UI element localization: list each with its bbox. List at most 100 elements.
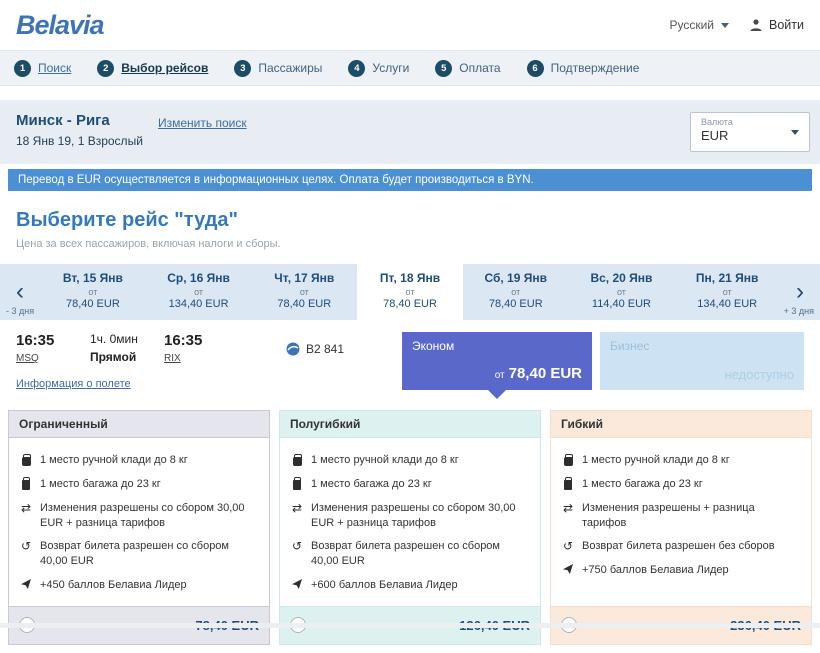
page-subtitle: Цена за всех пассажиров, включая налоги … xyxy=(16,238,804,250)
shift-prev-label: - 3 дня xyxy=(6,306,34,316)
step-number: 4 xyxy=(348,60,365,77)
hand-luggage-icon xyxy=(561,453,575,466)
date-cell[interactable]: Пн, 21 Янв от 134,40 EUR xyxy=(674,264,780,320)
date-cell[interactable]: Вс, 20 Янв от 114,40 EUR xyxy=(569,264,675,320)
miles-plane-icon xyxy=(561,563,575,575)
step-label: Пассажиры xyxy=(258,61,322,75)
route-title: Минск - Рига xyxy=(16,112,804,129)
feature-miles: +600 баллов Белавиа Лидер xyxy=(290,578,530,593)
baggage-icon xyxy=(19,477,33,490)
date-price: 78,40 EUR xyxy=(357,298,463,310)
feature-text: Изменения разрешены + разница тарифов xyxy=(582,501,801,531)
currency-select[interactable]: Валюта EUR xyxy=(690,112,810,152)
feature-text: Возврат билета разрешен без сборов xyxy=(582,539,775,554)
date-price: 134,40 EUR xyxy=(146,298,252,310)
top-bar: Belavia Русский Войти xyxy=(0,0,820,50)
change-search-link[interactable]: Изменить поиск xyxy=(158,116,247,130)
feature-text: +450 баллов Белавиа Лидер xyxy=(40,578,187,593)
page-title: Выберите рейс "туда" xyxy=(16,209,804,232)
date-cell[interactable]: Вт, 15 Янв от 78,40 EUR xyxy=(40,264,146,320)
date-label: Сб, 19 Янв xyxy=(463,271,569,285)
economy-amount: 78,40 EUR xyxy=(509,365,582,382)
date-cell[interactable]: Ср, 16 Янв от 134,40 EUR xyxy=(146,264,252,320)
fare-features: 1 место ручной клади до 8 кг 1 место баг… xyxy=(280,438,540,606)
from-label: от xyxy=(357,287,463,297)
step-number: 5 xyxy=(435,60,452,77)
fare-name: Ограниченный xyxy=(9,411,269,438)
login-button[interactable]: Войти xyxy=(749,18,804,32)
fare-cards: Ограниченный 1 место ручной клади до 8 к… xyxy=(0,396,820,653)
departure-airport-link[interactable]: MSQ xyxy=(16,353,39,364)
step-search[interactable]: 1 Поиск xyxy=(14,60,71,77)
feature-text: 1 место багажа до 23 кг xyxy=(311,477,432,492)
date-cell[interactable]: Сб, 19 Янв от 78,40 EUR xyxy=(463,264,569,320)
step-confirmation: 6 Подтверждение xyxy=(527,60,640,77)
miles-plane-icon xyxy=(290,578,304,590)
miles-plane-icon xyxy=(19,578,33,590)
date-label: Вт, 15 Янв xyxy=(40,271,146,285)
date-price: 78,40 EUR xyxy=(251,298,357,310)
feature-hand-luggage: 1 место ручной клади до 8 кг xyxy=(561,453,801,468)
feature-text: +750 баллов Белавиа Лидер xyxy=(582,563,729,578)
feature-miles: +750 баллов Белавиа Лидер xyxy=(561,563,801,578)
from-label: от xyxy=(40,287,146,297)
date-cell[interactable]: Чт, 17 Янв от 78,40 EUR xyxy=(251,264,357,320)
shift-next-label: + 3 дня xyxy=(784,306,814,316)
fare-features: 1 место ручной клади до 8 кг 1 место баг… xyxy=(551,438,811,606)
step-number: 3 xyxy=(234,60,251,77)
step-label: Услуги xyxy=(372,61,409,75)
feature-refund: ↺Возврат билета разрешен без сборов xyxy=(561,539,801,554)
date-carousel: ‹ Вт, 15 Янв от 78,40 EUR Ср, 16 Янв от … xyxy=(0,264,820,320)
departure-block: 16:35 MSQ xyxy=(16,332,68,364)
flight-number-block: B2 841 xyxy=(286,334,344,364)
feature-baggage: 1 место багажа до 23 кг xyxy=(290,477,530,492)
date-price: 134,40 EUR xyxy=(674,298,780,310)
login-label: Войти xyxy=(769,18,804,32)
feature-baggage: 1 место багажа до 23 кг xyxy=(19,477,259,492)
from-label: от xyxy=(495,370,505,381)
feature-baggage: 1 место багажа до 23 кг xyxy=(561,477,801,492)
chevron-down-icon xyxy=(791,130,799,135)
flight-info-link[interactable]: Информация о полете xyxy=(16,378,131,390)
date-cell-selected[interactable]: Пт, 18 Янв от 78,40 EUR xyxy=(357,264,463,328)
fare-card-restricted: Ограниченный 1 место ручной клади до 8 к… xyxy=(8,410,270,645)
step-label: Выбор рейсов xyxy=(121,61,208,75)
from-label: от xyxy=(569,287,675,297)
section-head: Выберите рейс "туда" Цена за всех пассаж… xyxy=(0,191,820,254)
arrival-block: 16:35 RIX xyxy=(164,332,216,364)
economy-label: Эконом xyxy=(412,339,582,353)
top-right-controls: Русский Войти xyxy=(669,18,804,32)
step-flight-selection[interactable]: 2 Выбор рейсов xyxy=(97,60,208,77)
feature-text: +600 баллов Белавиа Лидер xyxy=(311,578,458,593)
currency-value: EUR xyxy=(701,128,799,143)
feature-text: Изменения разрешены со сбором 30,00 EUR … xyxy=(40,501,259,531)
date-label: Вс, 20 Янв xyxy=(569,271,675,285)
duration-block: 1ч. 0мин Прямой xyxy=(90,332,142,364)
belavia-airline-icon xyxy=(286,342,300,356)
currency-label: Валюта xyxy=(701,117,799,127)
feature-refund: ↺Возврат билета разрешен со сбором 40,00… xyxy=(19,539,259,569)
date-label: Чт, 17 Янв xyxy=(251,271,357,285)
feature-text: 1 место ручной клади до 8 кг xyxy=(311,453,459,468)
step-label: Оплата xyxy=(459,61,500,75)
flight-duration: 1ч. 0мин xyxy=(90,332,142,346)
feature-text: Возврат билета разрешен со сбором 40,00 … xyxy=(40,539,259,569)
exchange-icon: ⇄ xyxy=(19,501,33,515)
arrival-airport-link[interactable]: RIX xyxy=(164,353,181,364)
feature-hand-luggage: 1 место ручной клади до 8 кг xyxy=(290,453,530,468)
date-label: Ср, 16 Янв xyxy=(146,271,252,285)
step-number: 6 xyxy=(527,60,544,77)
step-number: 2 xyxy=(97,60,114,77)
date-price: 78,40 EUR xyxy=(40,298,146,310)
flight-row: 16:35 MSQ 1ч. 0мин Прямой 16:35 RIX B2 8… xyxy=(0,320,820,396)
business-status: недоступно xyxy=(725,367,795,382)
business-label: Бизнес xyxy=(610,339,794,353)
fare-name: Полугибкий xyxy=(280,411,540,438)
refund-icon: ↺ xyxy=(290,539,304,553)
search-summary: Минск - Рига 18 Янв 19, 1 Взрослый Измен… xyxy=(0,100,820,164)
economy-cabin-button[interactable]: Эконом от 78,40 EUR xyxy=(402,332,592,390)
flight-details: 16:35 MSQ 1ч. 0мин Прямой 16:35 RIX B2 8… xyxy=(16,332,402,390)
baggage-icon xyxy=(290,477,304,490)
language-selector[interactable]: Русский xyxy=(669,18,729,32)
exchange-icon: ⇄ xyxy=(290,501,304,515)
